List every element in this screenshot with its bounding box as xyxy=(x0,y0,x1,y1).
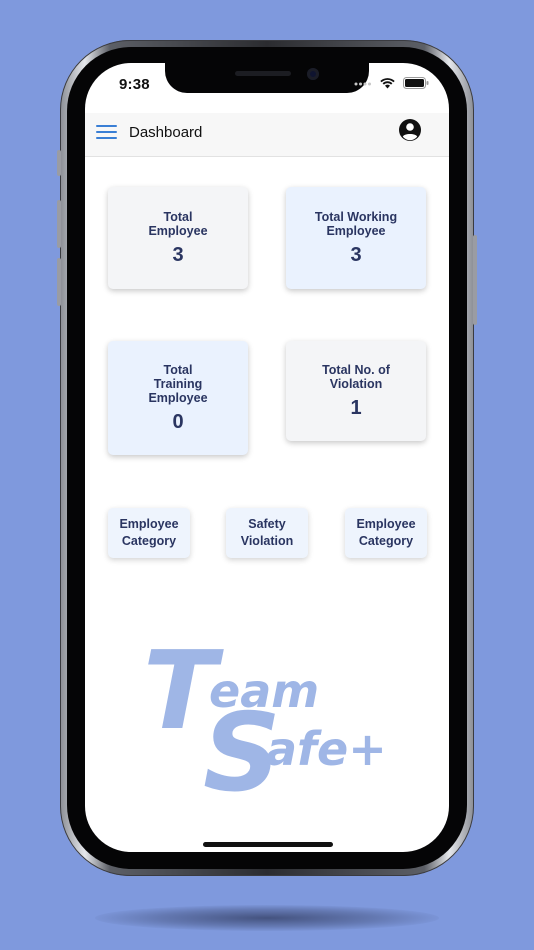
card-value: 3 xyxy=(172,243,184,266)
card-label: Total Working Employee xyxy=(314,209,398,238)
screen: 9:38 Dashboard Total Employee 3 Total Wo… xyxy=(85,63,449,852)
home-indicator[interactable] xyxy=(203,842,333,847)
logo-safe-rest: afe+ xyxy=(266,722,387,776)
card-value: 1 xyxy=(350,396,362,419)
notch xyxy=(165,63,369,93)
phone-shadow xyxy=(95,905,439,931)
total-working-employee-card[interactable]: Total Working Employee 3 xyxy=(286,187,426,289)
card-value: 0 xyxy=(172,410,184,433)
volume-down-button xyxy=(57,258,61,306)
employee-category-button[interactable]: Employee Category xyxy=(108,508,190,558)
card-label: Total Employee xyxy=(148,209,208,238)
employee-category-button-2[interactable]: Employee Category xyxy=(345,508,427,558)
silent-switch xyxy=(57,150,61,176)
power-button xyxy=(473,235,477,325)
camera-icon xyxy=(307,68,319,80)
hamburger-menu-icon[interactable] xyxy=(96,124,117,140)
signal-icon xyxy=(354,82,371,86)
page-title: Dashboard xyxy=(129,124,203,141)
safety-violation-button[interactable]: Safety Violation xyxy=(226,508,308,558)
status-icons xyxy=(354,77,429,89)
total-employee-card[interactable]: Total Employee 3 xyxy=(108,187,248,289)
wifi-icon xyxy=(380,77,395,88)
card-label: Total Training Employee xyxy=(148,362,208,405)
battery-icon xyxy=(403,77,429,89)
teamsafe-logo: T eam S afe+ xyxy=(141,638,401,808)
card-label: Total No. of Violation xyxy=(322,362,390,391)
account-icon[interactable] xyxy=(398,118,422,142)
card-value: 3 xyxy=(350,243,362,266)
total-training-employee-card[interactable]: Total Training Employee 0 xyxy=(108,341,248,455)
status-time: 9:38 xyxy=(119,76,150,93)
volume-up-button xyxy=(57,200,61,248)
app-header: Dashboard xyxy=(85,113,449,157)
total-violation-card[interactable]: Total No. of Violation 1 xyxy=(286,341,426,441)
speaker-grille xyxy=(235,71,291,76)
